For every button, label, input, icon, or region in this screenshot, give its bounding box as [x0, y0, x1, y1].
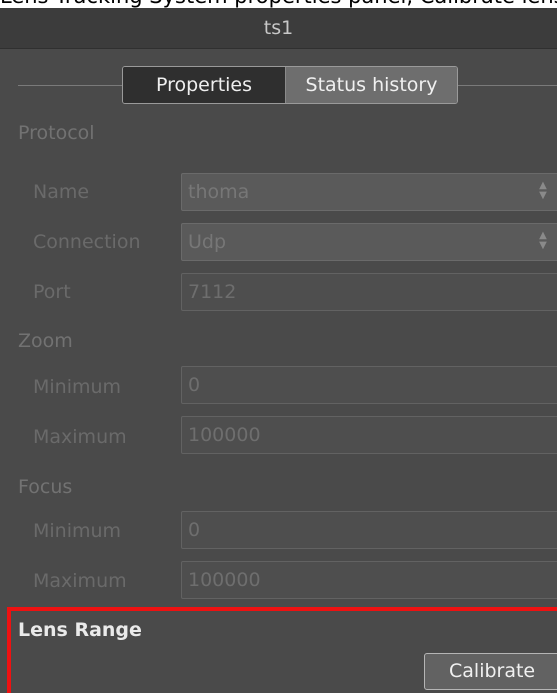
up-down-arrows-icon: ▲ ▼	[539, 180, 547, 201]
tab-group: Properties Status history	[122, 66, 458, 104]
tab-status-history[interactable]: Status history	[286, 67, 457, 103]
section-heading-lens-range: Lens Range	[18, 619, 142, 641]
panel-title: ts1	[0, 8, 557, 49]
field-label-port: Port	[33, 281, 71, 303]
calibrate-button[interactable]: Calibrate	[424, 653, 557, 690]
field-label-connection: Connection	[33, 231, 141, 253]
page: Lens Tracking System properties panel, C…	[0, 0, 557, 693]
connection-select[interactable]: Udp ▲ ▼	[181, 223, 557, 261]
connection-select-value: Udp	[188, 231, 227, 253]
port-field[interactable]: 7112	[181, 273, 557, 311]
field-label-zoom-minimum: Minimum	[33, 376, 122, 398]
properties-panel: ts1 Properties Status history Protocol N…	[0, 8, 557, 693]
section-heading-zoom: Zoom	[18, 330, 73, 352]
field-label-name: Name	[33, 181, 90, 203]
tab-bar: Properties Status history	[0, 64, 557, 108]
focus-maximum-field[interactable]: 100000	[181, 561, 557, 599]
name-select-value: thoma	[188, 181, 250, 203]
field-label-focus-maximum: Maximum	[33, 570, 127, 592]
focus-minimum-field[interactable]: 0	[181, 511, 557, 549]
tab-divider-right	[458, 85, 557, 86]
section-heading-protocol: Protocol	[18, 122, 95, 144]
field-label-focus-minimum: Minimum	[33, 520, 122, 542]
name-select[interactable]: thoma ▲ ▼	[181, 173, 557, 211]
up-down-arrows-icon: ▲ ▼	[539, 230, 547, 251]
tab-divider-left	[18, 85, 122, 86]
section-heading-focus: Focus	[18, 476, 73, 498]
zoom-minimum-field[interactable]: 0	[181, 366, 557, 404]
field-label-zoom-maximum: Maximum	[33, 426, 127, 448]
page-caption: Lens Tracking System properties panel, C…	[0, 0, 557, 8]
tab-properties[interactable]: Properties	[123, 67, 286, 103]
zoom-maximum-field[interactable]: 100000	[181, 416, 557, 454]
